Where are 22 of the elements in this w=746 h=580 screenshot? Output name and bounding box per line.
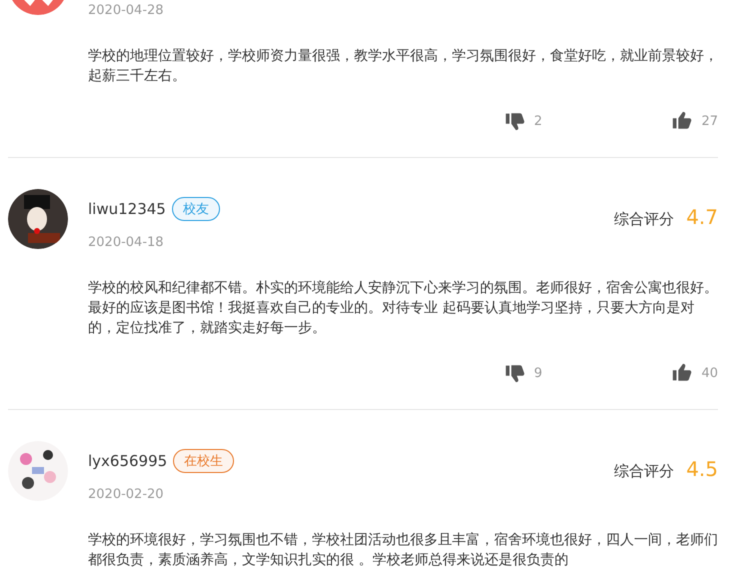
review-date: 2020-04-18 xyxy=(88,235,165,250)
user-name: lyx656995 xyxy=(88,452,168,470)
thumbs-up-icon[interactable] xyxy=(671,110,694,132)
review-text: 学校的环境很好，学习氛围也不错，学校社团活动也很多且丰富，宿舍环境也很好，四人一间，老师们都很负责，素质涵养高，文学知识扎实的很 。学校老师总得来说还是很负责的 xyxy=(88,531,718,570)
rating-score: 4.5 xyxy=(686,457,718,481)
dislike-count: 9 xyxy=(534,366,544,380)
thumbs-down-icon[interactable] xyxy=(504,110,526,132)
rating-label: 综合评分 xyxy=(614,210,674,229)
like-count: 27 xyxy=(701,114,718,128)
review-date: 2020-02-20 xyxy=(88,487,165,502)
rating-score: 4.7 xyxy=(686,205,718,229)
review-date: 2020-04-28 xyxy=(88,3,165,18)
role-tag: 在校生 xyxy=(173,449,234,473)
dislike-count: 2 xyxy=(534,114,544,128)
thumbs-up-icon[interactable] xyxy=(671,362,694,384)
rating-label: 综合评分 xyxy=(614,462,674,481)
review-text: 学校的地理位置较好，学校师资力量很强，教学水平很高，学习氛围很好，食堂好吃，就业前景较好，起薪三千左右。 xyxy=(88,47,718,86)
like-count: 40 xyxy=(701,366,718,380)
thumbs-down-icon[interactable] xyxy=(504,362,526,384)
user-name: liwu12345 xyxy=(88,200,166,218)
review-text: 学校的校风和纪律都不错。朴实的环境能给人安静沉下心来学习的氛围。老师很好，宿舍公寓也很好。最好的应该是图书馆！我挺喜欢自己的专业的。对待专业 起码要认真地学习坚持，只要大方向是对的，定位找准了，就踏实走好每一步。 xyxy=(88,279,718,338)
role-tag: 校友 xyxy=(172,197,220,221)
